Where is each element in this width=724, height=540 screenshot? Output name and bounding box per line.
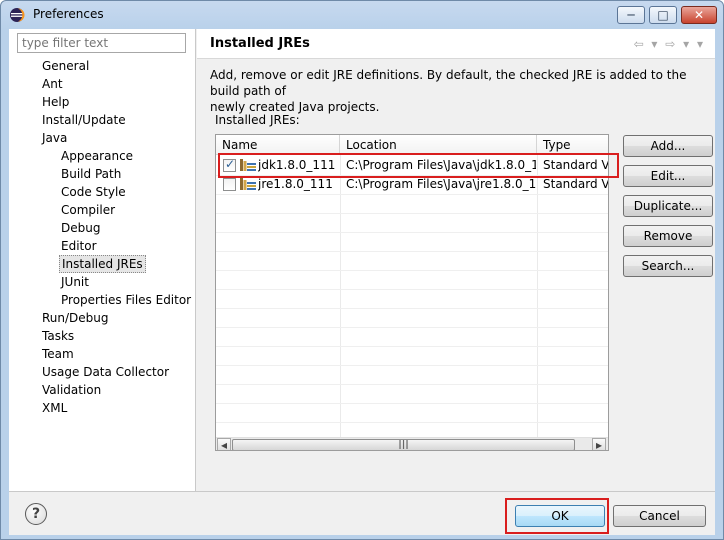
help-icon[interactable]: ? <box>25 503 47 525</box>
close-button[interactable]: ✕ <box>681 6 717 24</box>
row-divider <box>216 327 608 328</box>
description-line: Add, remove or edit JRE definitions. By … <box>210 68 687 98</box>
search-button[interactable]: Search... <box>623 255 713 277</box>
column-header-name[interactable]: Name <box>216 135 340 155</box>
column-divider <box>537 155 538 437</box>
row-divider <box>216 213 608 214</box>
row-highlight-annotation <box>218 153 619 178</box>
title-bar: Preferences ─ □ ✕ <box>1 1 723 29</box>
duplicate-button[interactable]: Duplicate... <box>623 195 713 217</box>
horizontal-scrollbar[interactable]: ◂ III ▸ <box>216 437 608 451</box>
add-button[interactable]: Add... <box>623 135 713 157</box>
scrollbar-thumb[interactable]: III <box>232 438 575 451</box>
jre-table: Name Location Type ✓ jdk1.8.0_111 C:\Pro… <box>215 134 609 451</box>
row-divider <box>216 403 608 404</box>
tree-item[interactable]: Usage Data Collector <box>40 363 171 381</box>
ok-highlight-annotation <box>505 498 609 534</box>
tree-item[interactable]: Build Path <box>59 165 123 183</box>
tree-item[interactable]: Code Style <box>59 183 128 201</box>
row-divider <box>216 384 608 385</box>
row-divider <box>216 251 608 252</box>
column-divider <box>340 155 341 437</box>
scroll-left-icon[interactable]: ◂ <box>217 438 231 450</box>
minimize-icon: ─ <box>627 8 635 22</box>
cancel-button[interactable]: Cancel <box>613 505 706 527</box>
row-divider <box>216 194 608 195</box>
tree-item[interactable]: Java <box>40 129 69 147</box>
tree-item[interactable]: Run/Debug <box>40 309 111 327</box>
tree-item[interactable]: Validation <box>40 381 103 399</box>
dialog-content: GeneralAntHelpInstall/UpdateJavaAppearan… <box>9 29 715 535</box>
tree-item[interactable]: Tasks <box>40 327 76 345</box>
maximize-button[interactable]: □ <box>649 6 677 24</box>
preference-page: Installed JREs ⇦ ▾ ⇨ ▾ ▾ Add, remove or … <box>197 29 715 491</box>
page-header: Installed JREs ⇦ ▾ ⇨ ▾ ▾ <box>197 29 715 59</box>
installed-jres-label: Installed JREs: <box>215 113 300 127</box>
row-divider <box>216 232 608 233</box>
row-checkbox[interactable] <box>223 178 236 191</box>
edit-button[interactable]: Edit... <box>623 165 713 187</box>
bottom-divider <box>9 491 715 492</box>
column-header-location[interactable]: Location <box>340 135 537 155</box>
tree-item[interactable]: Team <box>40 345 76 363</box>
remove-button[interactable]: Remove <box>623 225 713 247</box>
tree-item[interactable]: Install/Update <box>40 111 128 129</box>
close-icon: ✕ <box>693 8 705 22</box>
history-nav-icons[interactable]: ⇦ ▾ ⇨ ▾ ▾ <box>634 37 705 51</box>
tree-item[interactable]: Properties Files Editor <box>59 291 193 309</box>
row-divider <box>216 270 608 271</box>
tree-item[interactable]: Debug <box>59 219 102 237</box>
preferences-window: Preferences ─ □ ✕ GeneralAntHelpInstall/… <box>0 0 724 540</box>
tree-item[interactable]: General <box>40 57 91 75</box>
grip-icon: III <box>398 438 409 451</box>
row-divider <box>216 365 608 366</box>
tree-item[interactable]: JUnit <box>59 273 91 291</box>
maximize-icon: □ <box>657 8 669 22</box>
row-divider <box>216 346 608 347</box>
tree-item[interactable]: Editor <box>59 237 99 255</box>
tree-item[interactable]: Ant <box>40 75 65 93</box>
page-title: Installed JREs <box>210 36 310 51</box>
tree-item[interactable]: XML <box>40 399 69 417</box>
column-header-type[interactable]: Type <box>537 135 608 155</box>
tree-item[interactable]: Compiler <box>59 201 117 219</box>
window-title: Preferences <box>33 7 104 21</box>
page-description: Add, remove or edit JRE definitions. By … <box>210 67 710 115</box>
filter-input[interactable] <box>17 33 186 53</box>
tree-item[interactable]: Installed JREs <box>59 255 146 273</box>
tree-item[interactable]: Appearance <box>59 147 135 165</box>
tree-item[interactable]: Help <box>40 93 71 111</box>
row-divider <box>216 308 608 309</box>
minimize-button[interactable]: ─ <box>617 6 645 24</box>
scroll-right-icon[interactable]: ▸ <box>592 438 606 450</box>
row-divider <box>216 289 608 290</box>
jre-library-icon <box>240 178 256 190</box>
eclipse-icon <box>10 8 25 22</box>
preference-tree-pane: GeneralAntHelpInstall/UpdateJavaAppearan… <box>9 29 196 491</box>
table-header: Name Location Type <box>216 135 608 155</box>
row-divider <box>216 422 608 423</box>
